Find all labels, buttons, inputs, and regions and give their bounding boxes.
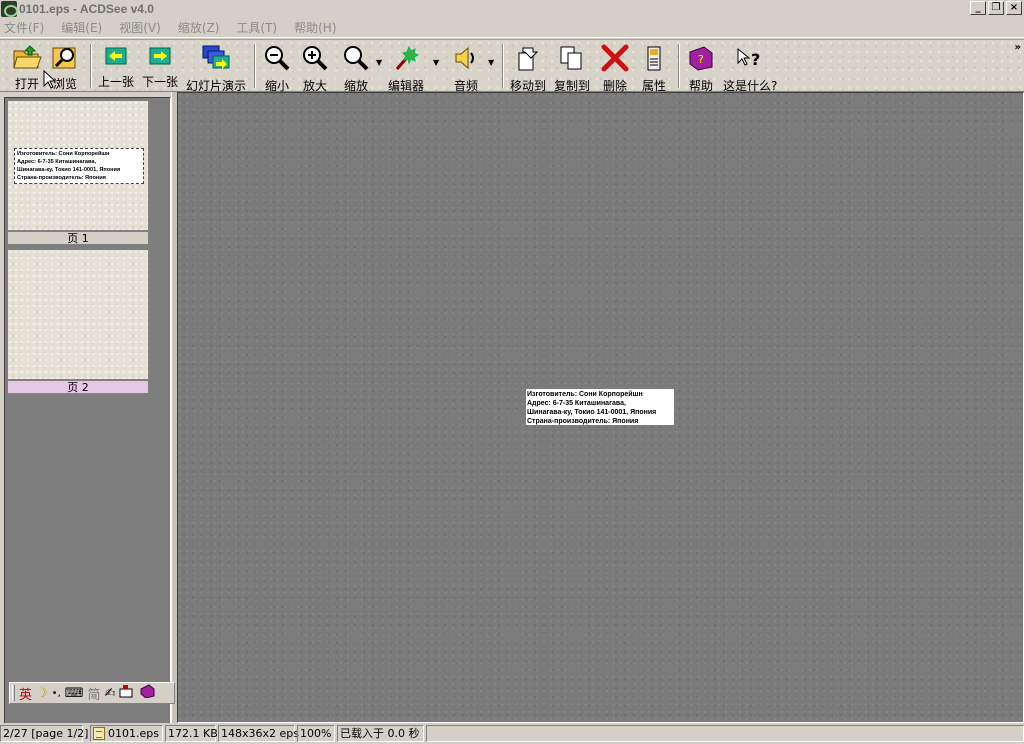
svg-text:?: ? xyxy=(751,50,760,69)
menu-tools[interactable]: 工具(T) xyxy=(236,19,277,36)
help-book-icon: ? xyxy=(686,44,716,72)
page-1-preview: Изготовитель: Сони Корпорейшн Адрес: 6-7… xyxy=(14,148,144,184)
zoom-out-icon xyxy=(262,44,292,72)
whats-this-button[interactable]: ? 这是什么? xyxy=(723,42,777,93)
help-button[interactable]: ? 帮助 xyxy=(686,42,716,93)
copy-to-button[interactable]: 复制到 xyxy=(554,42,590,93)
editor-button[interactable]: 编辑器 xyxy=(388,42,424,93)
audio-button[interactable]: 音频 xyxy=(451,42,481,93)
image-viewer[interactable]: Изготовитель: Сони Корпорейшн Адрес: 6-7… xyxy=(177,92,1024,723)
editor-wand-icon xyxy=(391,44,421,72)
toolbar-overflow-chevron[interactable]: » xyxy=(1015,42,1021,53)
window-title: 0101.eps - ACDSee v4.0 xyxy=(19,2,154,16)
status-filename: 0101.eps xyxy=(108,727,159,740)
status-filesize: 172.1 KB xyxy=(165,725,218,742)
preview-line: Шинагава-ку, Токио 141-0001, Япония xyxy=(17,167,121,173)
toolbar-separator xyxy=(502,44,504,88)
ime-keyboard-icon[interactable]: ⌨ xyxy=(65,686,84,701)
slideshow-icon xyxy=(201,44,231,72)
eps-line: Страна-производитель: Япония xyxy=(527,418,639,425)
editor-dropdown-arrow-icon[interactable]: ▼ xyxy=(433,58,439,67)
restore-button[interactable]: ❐ xyxy=(988,1,1004,15)
status-zoom: 100% xyxy=(297,725,335,742)
status-dimensions: 148x36x2 eps xyxy=(218,725,299,742)
thumbnail-list[interactable]: Изготовитель: Сони Корпорейшн Адрес: 6-7… xyxy=(4,97,171,725)
ime-grip[interactable] xyxy=(12,685,15,701)
zoom-button[interactable]: 缩放 xyxy=(341,42,371,93)
status-bar: 2/27 [page 1/2] 0101.eps 172.1 KB 148x36… xyxy=(0,723,1024,744)
audio-dropdown-arrow-icon[interactable]: ▼ xyxy=(488,58,494,67)
arrow-left-icon xyxy=(101,44,131,68)
status-load-time: 已载入于 0.0 秒 xyxy=(337,725,424,742)
previous-button[interactable]: 上一张 xyxy=(98,42,134,90)
ime-toolbar: 英 ☽ •, ⌨ 简 ✍ xyxy=(9,682,175,704)
ime-mode-icon[interactable]: 英 xyxy=(19,684,32,703)
arrow-right-icon xyxy=(145,44,175,68)
open-button[interactable]: 打开 xyxy=(12,42,42,91)
page-1-label[interactable]: 页 1 xyxy=(7,231,149,245)
ime-softkeyboard-icon[interactable] xyxy=(119,684,135,702)
ime-pen-icon[interactable]: ✍ xyxy=(105,686,116,701)
preview-line: Адрес: 6-7-35 Киташинагава, xyxy=(17,159,97,165)
slideshow-button[interactable]: 幻灯片演示 xyxy=(186,42,246,93)
preview-line: Изготовитель: Сони Корпорейшн xyxy=(17,151,110,157)
zoom-in-button[interactable]: 放大 xyxy=(300,42,330,93)
next-label: 下一张 xyxy=(142,75,179,89)
ime-help-book-icon[interactable] xyxy=(139,684,155,702)
menu-zoom[interactable]: 缩放(Z) xyxy=(178,19,220,36)
eps-image: Изготовитель: Сони Корпорейшн Адрес: 6-7… xyxy=(526,389,674,425)
zoom-out-button[interactable]: 缩小 xyxy=(262,42,292,93)
preview-line: Страна-производитель: Япония xyxy=(17,175,106,181)
eps-line: Адрес: 6-7-35 Киташинагава, xyxy=(527,400,626,407)
menu-help[interactable]: 帮助(H) xyxy=(294,19,336,36)
move-to-button[interactable]: 移动到 xyxy=(510,42,546,93)
mouse-cursor-icon xyxy=(43,70,57,89)
open-folder-icon xyxy=(12,44,42,70)
window-controls: _ ❐ × xyxy=(970,1,1022,15)
toolbar-separator xyxy=(678,44,680,88)
browse-magnifier-icon xyxy=(50,44,80,70)
minimize-button[interactable]: _ xyxy=(970,1,986,15)
previous-label: 上一张 xyxy=(98,75,135,89)
zoom-icon xyxy=(341,44,371,72)
copy-to-icon xyxy=(557,44,587,72)
page-thumbnail-1[interactable]: Изготовитель: Сони Корпорейшн Адрес: 6-7… xyxy=(7,100,149,231)
menu-file[interactable]: 文件(F) xyxy=(4,19,44,36)
page-thumbnail-2[interactable] xyxy=(7,249,149,380)
delete-x-icon xyxy=(600,44,630,72)
zoom-dropdown-arrow-icon[interactable]: ▼ xyxy=(376,58,382,67)
menu-bar: 文件(F) 编辑(E) 视图(V) 缩放(Z) 工具(T) 帮助(H) xyxy=(0,18,1024,38)
acdsee-app-icon[interactable] xyxy=(1,1,18,17)
menu-edit[interactable]: 编辑(E) xyxy=(61,19,102,36)
ime-halfwidth-moon-icon[interactable]: ☽ xyxy=(36,686,48,701)
move-to-icon xyxy=(513,44,543,72)
page-thumbnail-panel: Изготовитель: Сони Корпорейшн Адрес: 6-7… xyxy=(0,92,177,725)
svg-text:?: ? xyxy=(698,53,704,66)
status-position: 2/27 [page 1/2] xyxy=(0,725,88,742)
title-bar: 0101.eps - ACDSee v4.0 _ ❐ × xyxy=(0,0,1024,18)
zoom-in-icon xyxy=(300,44,330,72)
ime-punctuation-icon[interactable]: •, xyxy=(52,688,61,699)
toolbar-separator xyxy=(90,44,92,88)
status-filename-cell: 0101.eps xyxy=(90,725,163,742)
menu-view[interactable]: 视图(V) xyxy=(119,19,161,36)
speaker-icon xyxy=(451,44,481,72)
toolbar: 打开 浏览 上一张 下一张 幻灯片演示 缩小 放大 缩放 ▼ 编辑器 ▼ 音频 … xyxy=(0,39,1024,93)
ime-simplified-icon[interactable]: 简 xyxy=(88,684,101,703)
toolbar-separator xyxy=(254,44,256,88)
open-label: 打开 xyxy=(14,77,39,91)
delete-button[interactable]: 删除 xyxy=(600,42,630,93)
eps-file-icon xyxy=(93,727,105,740)
close-button[interactable]: × xyxy=(1006,1,1022,15)
next-button[interactable]: 下一张 xyxy=(142,42,178,90)
eps-line: Изготовитель: Сони Корпорейшн xyxy=(527,391,643,398)
eps-line: Шинагава-ку, Токио 141-0001, Япония xyxy=(527,409,657,416)
page-2-label[interactable]: 页 2 xyxy=(7,380,149,394)
properties-icon xyxy=(639,44,669,72)
status-empty xyxy=(426,725,1024,742)
whats-this-icon: ? xyxy=(735,44,765,72)
properties-button[interactable]: 属性 xyxy=(639,42,669,93)
